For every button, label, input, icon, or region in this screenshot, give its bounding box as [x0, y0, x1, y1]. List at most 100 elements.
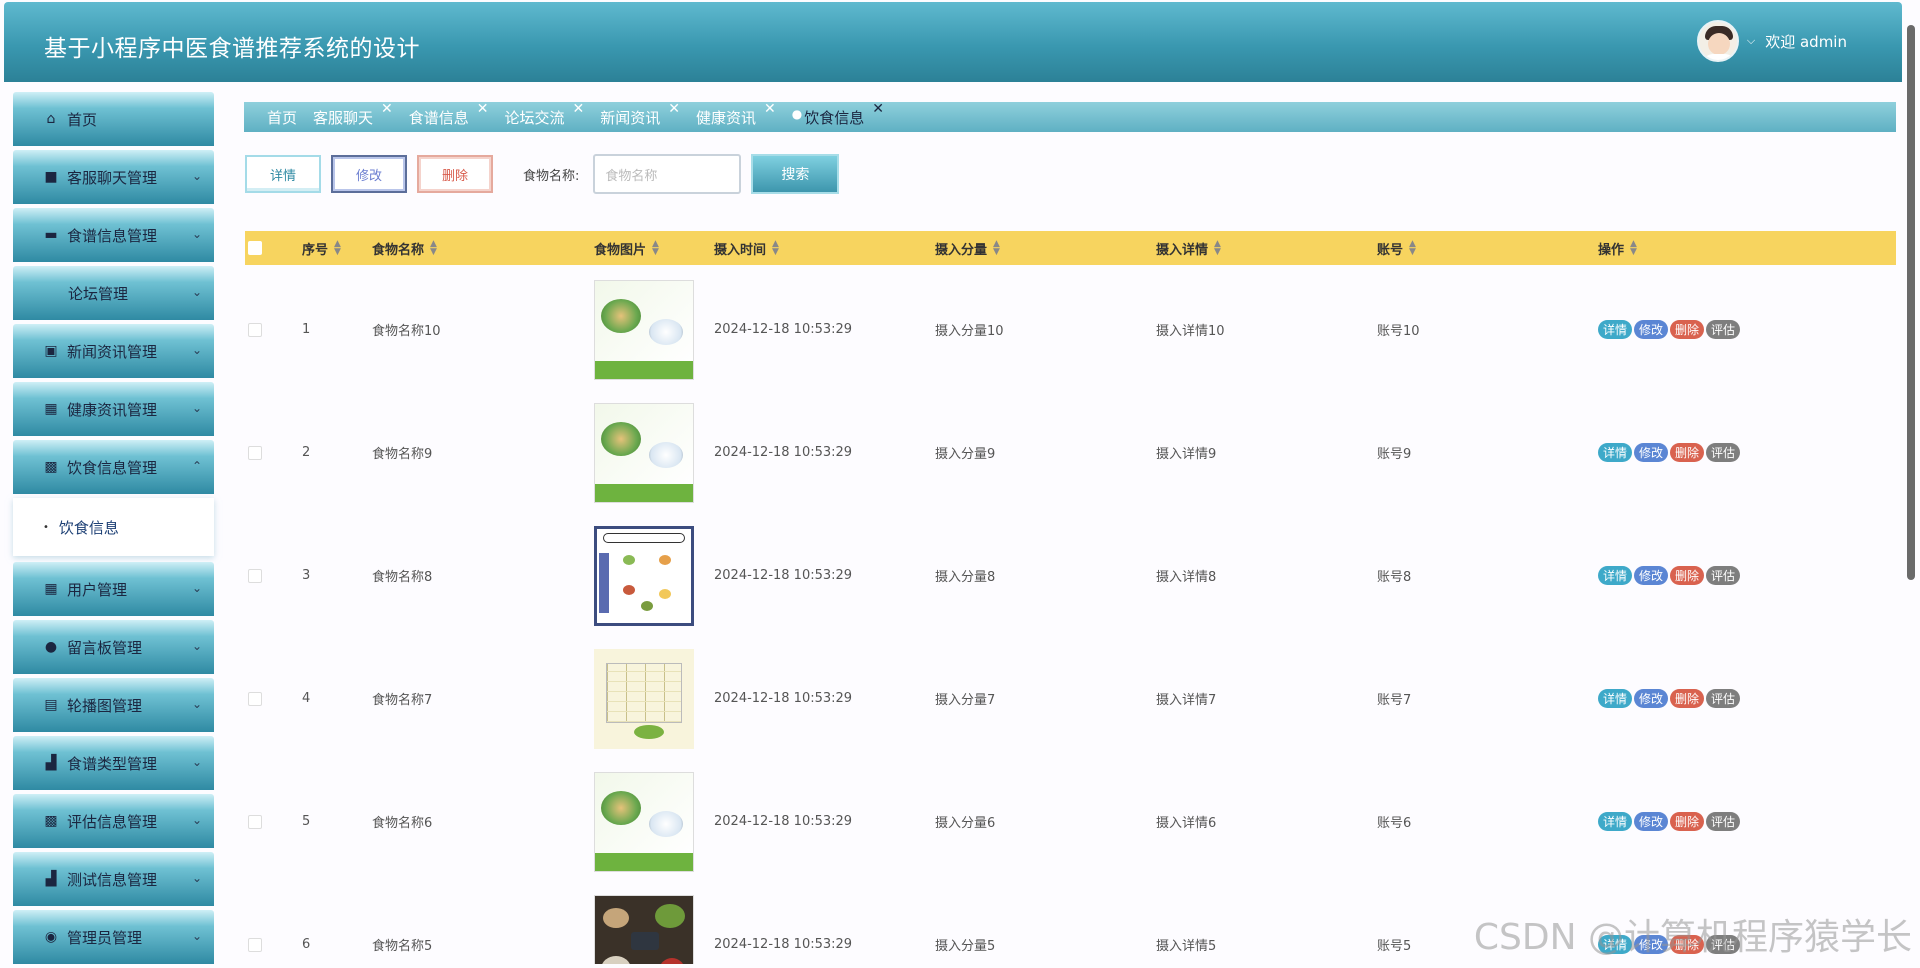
sort-icon: ▲ ▼: [772, 239, 779, 257]
row-no: 3: [302, 568, 311, 583]
row-checkbox[interactable]: [248, 883, 262, 964]
sort-icon: ▲ ▼: [1409, 239, 1416, 257]
row-name: 食物名称6: [372, 816, 433, 831]
sidebar-item-label: 管理员管理: [67, 928, 143, 947]
close-icon[interactable]: ✕: [381, 101, 393, 117]
tab-home[interactable]: 首页: [267, 107, 297, 128]
sidebar: ⌂ 首页 ■ 客服聊天管理 ⌄ ▬ 食谱信息管理 ⌄ 论坛管理 ⌄ ▣ 新闻资讯…: [13, 92, 214, 968]
grid-icon: ▦: [44, 581, 58, 597]
row-delete-button[interactable]: 删除: [1670, 443, 1705, 462]
close-icon[interactable]: ✕: [764, 101, 776, 117]
user-menu[interactable]: ⌵ 欢迎 admin: [1696, 20, 1847, 62]
row-edit-button[interactable]: 修改: [1634, 812, 1669, 831]
sidebar-item-home[interactable]: ⌂ 首页: [13, 92, 214, 146]
sidebar-item-messages[interactable]: ● 留言板管理 ⌄: [13, 620, 214, 674]
sidebar-item-recipe[interactable]: ▬ 食谱信息管理 ⌄: [13, 208, 214, 262]
row-checkbox[interactable]: [248, 637, 262, 760]
welcome-text[interactable]: 欢迎 admin: [1765, 31, 1847, 52]
scrollbar[interactable]: [1907, 25, 1915, 580]
tab-forum[interactable]: 论坛交流 ✕: [505, 101, 585, 128]
row-edit-button[interactable]: 修改: [1634, 320, 1669, 339]
row-checkbox[interactable]: [248, 391, 262, 514]
row-detail-button[interactable]: 详情: [1598, 320, 1633, 339]
tab-chat[interactable]: 客服聊天 ✕: [313, 101, 393, 128]
row-assess-button[interactable]: 评估: [1706, 443, 1741, 462]
card-icon: ▬: [44, 227, 58, 243]
detail-button[interactable]: 详情: [245, 155, 321, 193]
sidebar-subitem-diet-info[interactable]: • 饮食信息: [13, 498, 214, 556]
row-delete-button[interactable]: 删除: [1670, 566, 1705, 585]
tab-diet[interactable]: ● 饮食信息 ✕: [792, 101, 884, 128]
row-assess-button[interactable]: 评估: [1706, 812, 1741, 831]
row-detail-button[interactable]: 详情: [1598, 566, 1633, 585]
chevron-down-icon: ⌄: [191, 227, 202, 241]
row-assess-button[interactable]: 评估: [1706, 566, 1741, 585]
tab-health[interactable]: 健康资讯 ✕: [696, 101, 776, 128]
column-header-detail[interactable]: 摄入详情 ▲ ▼: [1156, 231, 1221, 265]
row-detail-button[interactable]: 详情: [1598, 443, 1633, 462]
edit-button[interactable]: 修改: [331, 155, 407, 193]
row-name: 食物名称7: [372, 693, 433, 708]
sidebar-item-admin[interactable]: ◉ 管理员管理 ⌄: [13, 910, 214, 964]
sidebar-item-diet[interactable]: ▩ 饮食信息管理 ⌃: [13, 440, 214, 494]
table-row: 2 食物名称9 2024-12-18 10:53:29 摄入分量9 摄入详情9 …: [245, 391, 1896, 514]
row-checkbox[interactable]: [248, 268, 262, 391]
sidebar-item-recipe-type[interactable]: ▟ 食谱类型管理 ⌄: [13, 736, 214, 790]
sidebar-item-users[interactable]: ▦ 用户管理 ⌄: [13, 562, 214, 616]
sidebar-item-test[interactable]: ▟ 测试信息管理 ⌄: [13, 852, 214, 906]
chevron-down-icon: ⌄: [191, 401, 202, 415]
chevron-down-icon[interactable]: ⌵: [1747, 34, 1755, 48]
chevron-down-icon: ⌄: [191, 343, 202, 357]
row-assess-button[interactable]: 评估: [1706, 320, 1741, 339]
row-delete-button[interactable]: 删除: [1670, 320, 1705, 339]
column-header-amount[interactable]: 摄入分量 ▲ ▼: [935, 231, 1000, 265]
row-detail-button[interactable]: 详情: [1598, 812, 1633, 831]
select-all-checkbox[interactable]: [248, 231, 262, 265]
close-icon[interactable]: ✕: [477, 101, 489, 117]
row-delete-button[interactable]: 删除: [1670, 812, 1705, 831]
row-name: 食物名称10: [372, 324, 441, 339]
sidebar-item-carousel[interactable]: ▤ 轮播图管理 ⌄: [13, 678, 214, 732]
close-icon[interactable]: ✕: [668, 101, 680, 117]
sidebar-item-assessment[interactable]: ▩ 评估信息管理 ⌄: [13, 794, 214, 848]
food-image[interactable]: [594, 391, 694, 514]
row-no: 4: [302, 691, 311, 706]
row-delete-button[interactable]: 删除: [1670, 689, 1705, 708]
column-header-image[interactable]: 食物图片 ▲ ▼: [594, 231, 659, 265]
food-image[interactable]: [594, 268, 694, 391]
column-header-account[interactable]: 账号 ▲ ▼: [1377, 231, 1416, 265]
search-input[interactable]: 食物名称: [593, 154, 742, 194]
close-icon[interactable]: ✕: [573, 101, 585, 117]
close-icon[interactable]: ✕: [872, 101, 884, 117]
row-edit-button[interactable]: 修改: [1634, 689, 1669, 708]
food-image[interactable]: [594, 637, 694, 760]
row-name: 食物名称8: [372, 570, 433, 585]
row-assess-button[interactable]: 评估: [1706, 689, 1741, 708]
mouse-icon: ■: [44, 169, 58, 185]
row-edit-button[interactable]: 修改: [1634, 566, 1669, 585]
delete-button[interactable]: 删除: [417, 155, 493, 193]
column-header-name[interactable]: 食物名称 ▲ ▼: [372, 231, 437, 265]
avatar[interactable]: [1696, 20, 1739, 62]
food-image[interactable]: [594, 514, 694, 637]
search-button[interactable]: 搜索: [751, 154, 840, 194]
row-detail: 摄入详情10: [1156, 324, 1225, 339]
row-detail-button[interactable]: 详情: [1598, 689, 1633, 708]
tab-news[interactable]: 新闻资讯 ✕: [600, 101, 680, 128]
sidebar-item-chat[interactable]: ■ 客服聊天管理 ⌄: [13, 150, 214, 204]
tab-recipe[interactable]: 食谱信息 ✕: [409, 101, 489, 128]
sidebar-item-forum[interactable]: 论坛管理 ⌄: [13, 266, 214, 320]
row-detail: 摄入详情6: [1156, 816, 1217, 831]
row-detail: 摄入详情7: [1156, 693, 1217, 708]
column-header-time[interactable]: 摄入时间 ▲ ▼: [714, 231, 779, 265]
row-checkbox[interactable]: [248, 760, 262, 883]
sidebar-item-label: 用户管理: [67, 580, 128, 599]
sidebar-item-health[interactable]: ▦ 健康资讯管理 ⌄: [13, 382, 214, 436]
food-image[interactable]: [594, 760, 694, 883]
food-image[interactable]: [594, 883, 694, 964]
row-checkbox[interactable]: [248, 514, 262, 637]
row-edit-button[interactable]: 修改: [1634, 443, 1669, 462]
search-label: 食物名称:: [523, 168, 580, 184]
column-header-no[interactable]: 序号 ▲ ▼: [302, 231, 341, 265]
sidebar-item-news[interactable]: ▣ 新闻资讯管理 ⌄: [13, 324, 214, 378]
